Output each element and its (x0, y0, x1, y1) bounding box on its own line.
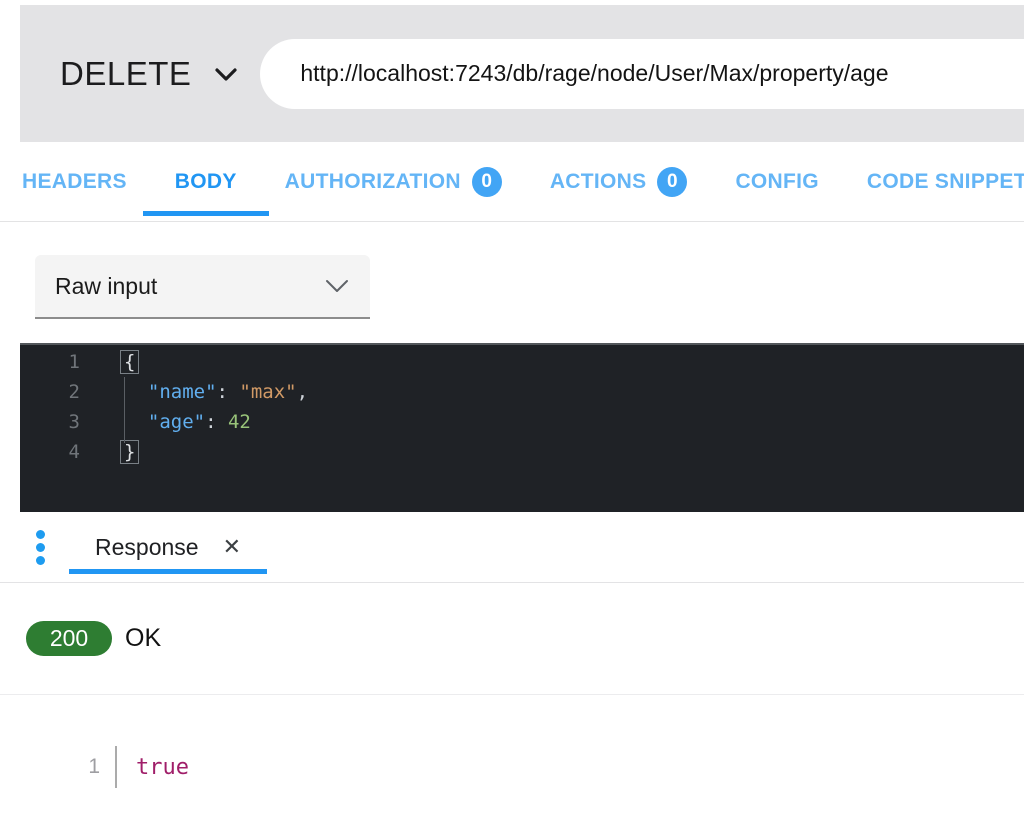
method-dropdown[interactable]: DELETE (60, 55, 240, 93)
line-number: 3 (20, 411, 80, 433)
editor-line: 3 "age": 42 (20, 407, 1024, 437)
tab-label: HEADERS (22, 170, 127, 194)
tab-body[interactable]: BODY (173, 142, 239, 221)
tab-label: ACTIONS (550, 170, 647, 194)
editor-line: 2 "name": "max", (20, 377, 1024, 407)
tab-headers[interactable]: HEADERS (20, 142, 129, 221)
editor-line: 1{ (20, 347, 1024, 377)
indent-guide (124, 377, 125, 443)
tab-label: AUTHORIZATION (285, 170, 461, 194)
tab-count-badge: 0 (472, 167, 502, 197)
response-status-row: 200 OK (0, 583, 1024, 695)
tab-code-snippets[interactable]: CODE SNIPPETS (865, 142, 1024, 221)
gutter-divider (115, 746, 117, 788)
url-input[interactable]: http://localhost:7243/db/rage/node/User/… (260, 39, 1024, 109)
kebab-menu-icon[interactable] (36, 530, 45, 565)
tab-label: CONFIG (735, 170, 818, 194)
request-body-editor[interactable]: 1{2 "name": "max",3 "age": 424} (20, 343, 1024, 512)
line-number: 1 (20, 351, 80, 373)
method-label: DELETE (60, 55, 191, 93)
line-content: { (80, 350, 139, 374)
line-content: } (80, 440, 139, 464)
request-bar: DELETE http://localhost:7243/db/rage/nod… (20, 5, 1024, 142)
body-type-selected-value: Raw input (55, 273, 157, 300)
tab-config[interactable]: CONFIG (733, 142, 820, 221)
response-line-number: 1 (25, 755, 100, 779)
body-section: Raw input 1{2 "name": "max",3 "age": 424… (0, 255, 1024, 512)
tab-label: BODY (175, 170, 237, 194)
response-tab-label: Response (95, 534, 199, 561)
editor-line: 4} (20, 437, 1024, 467)
close-icon[interactable]: ✕ (223, 534, 241, 560)
response-tab-row: Response ✕ (0, 512, 1024, 583)
tab-count-badge: 0 (657, 167, 687, 197)
chevron-down-icon[interactable] (212, 64, 240, 84)
line-content: "age": 42 (80, 411, 251, 433)
response-body: 1 true (0, 746, 1024, 788)
line-number: 4 (20, 441, 80, 463)
body-type-select[interactable]: Raw input (35, 255, 370, 319)
tab-authorization[interactable]: AUTHORIZATION 0 (283, 142, 504, 221)
line-number: 2 (20, 381, 80, 403)
rest-client-page: DELETE http://localhost:7243/db/rage/nod… (0, 5, 1024, 788)
tab-actions[interactable]: ACTIONS 0 (548, 142, 690, 221)
status-code-badge: 200 (26, 621, 112, 656)
tab-label: CODE SNIPPETS (867, 170, 1024, 194)
status-text: OK (125, 624, 161, 653)
tab-response[interactable]: Response ✕ (69, 512, 267, 582)
chevron-down-icon (324, 277, 350, 295)
response-value: true (136, 755, 189, 780)
line-content: "name": "max", (80, 381, 308, 403)
tab-bar: HEADERS BODY AUTHORIZATION 0 ACTIONS 0 CONFIG C… (0, 142, 1024, 222)
url-text: http://localhost:7243/db/rage/node/User/… (300, 60, 888, 87)
